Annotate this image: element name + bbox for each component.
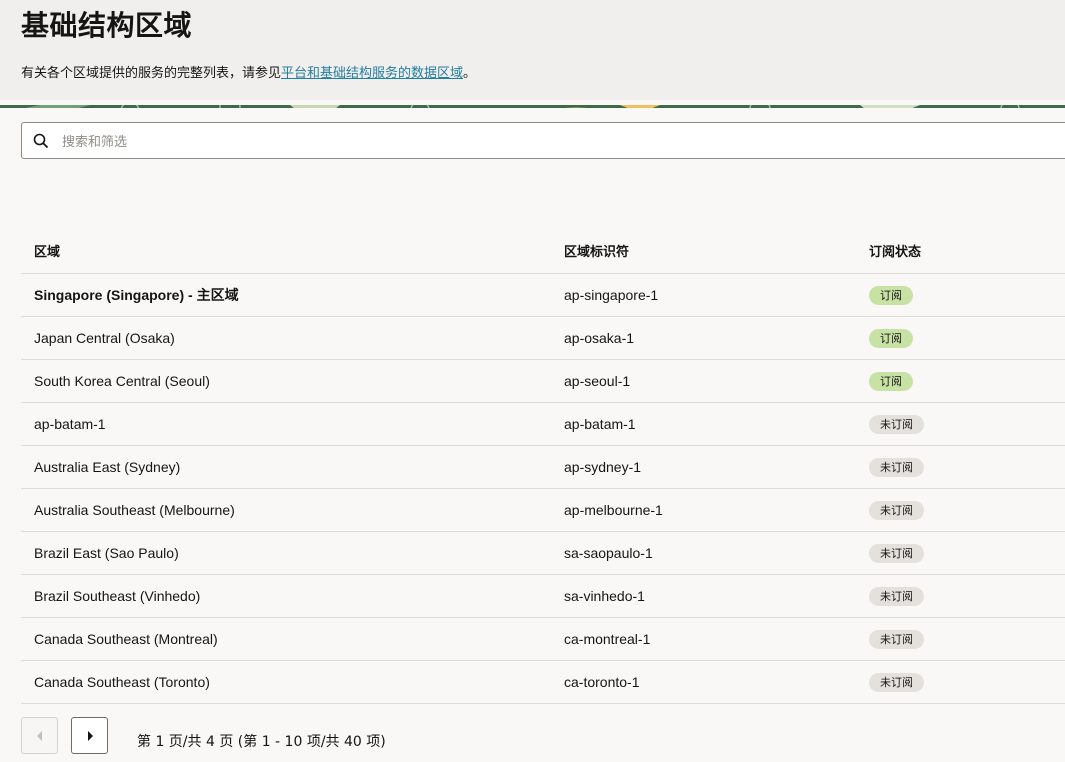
region-name: Singapore (Singapore) - 主区域 bbox=[21, 273, 551, 317]
status-cell: 未订阅 bbox=[856, 531, 1065, 575]
description-suffix: 。 bbox=[463, 66, 477, 81]
decorative-banner bbox=[0, 100, 1065, 108]
status-badge: 未订阅 bbox=[869, 672, 924, 692]
region-identifier: ca-montreal-1 bbox=[551, 617, 856, 661]
status-badge: 未订阅 bbox=[869, 457, 924, 477]
status-cell: 订阅 bbox=[856, 359, 1065, 403]
status-badge: 未订阅 bbox=[869, 629, 924, 649]
table-row[interactable]: Canada Southeast (Toronto) ca-toronto-1 … bbox=[21, 660, 1065, 704]
status-badge: 订阅 bbox=[869, 371, 913, 391]
region-name: Canada Southeast (Montreal) bbox=[21, 617, 551, 661]
region-name: Brazil Southeast (Vinhedo) bbox=[21, 574, 551, 618]
search-filter-bar[interactable] bbox=[21, 122, 1065, 159]
region-identifier: ap-melbourne-1 bbox=[551, 488, 856, 532]
region-identifier: ap-osaka-1 bbox=[551, 316, 856, 360]
column-header-subscription-status[interactable]: 订阅状态 bbox=[856, 228, 1065, 274]
status-cell: 未订阅 bbox=[856, 402, 1065, 446]
region-identifier: ap-seoul-1 bbox=[551, 359, 856, 403]
table-header-row: 区域 区域标识符 订阅状态 bbox=[21, 228, 1065, 274]
previous-page-button[interactable] bbox=[21, 717, 58, 754]
next-page-button[interactable] bbox=[71, 717, 108, 754]
status-badge: 未订阅 bbox=[869, 586, 924, 606]
region-identifier: ap-sydney-1 bbox=[551, 445, 856, 489]
region-identifier: sa-vinhedo-1 bbox=[551, 574, 856, 618]
status-cell: 未订阅 bbox=[856, 660, 1065, 704]
table-row[interactable]: Brazil Southeast (Vinhedo) sa-vinhedo-1 … bbox=[21, 574, 1065, 618]
status-cell: 未订阅 bbox=[856, 574, 1065, 618]
status-badge: 订阅 bbox=[869, 285, 913, 305]
column-header-region-identifier[interactable]: 区域标识符 bbox=[551, 228, 856, 274]
regions-table: 区域 区域标识符 订阅状态 Singapore (Singapore) - 主区… bbox=[21, 228, 1065, 704]
status-cell: 订阅 bbox=[856, 316, 1065, 360]
caret-right-icon bbox=[88, 731, 93, 741]
region-identifier: ap-batam-1 bbox=[551, 402, 856, 446]
search-icon bbox=[33, 133, 49, 149]
page-description: 有关各个区域提供的服务的完整列表，请参见平台和基础结构服务的数据区域。 bbox=[21, 62, 476, 81]
table-row[interactable]: Japan Central (Osaka) ap-osaka-1 订阅 bbox=[21, 316, 1065, 360]
region-name: Japan Central (Osaka) bbox=[21, 316, 551, 360]
table-row[interactable]: Singapore (Singapore) - 主区域 ap-singapore… bbox=[21, 273, 1065, 317]
region-identifier: ca-toronto-1 bbox=[551, 660, 856, 704]
page-title: 基础结构区域 bbox=[21, 9, 193, 42]
status-badge: 未订阅 bbox=[869, 543, 924, 563]
table-row[interactable]: Canada Southeast (Montreal) ca-montreal-… bbox=[21, 617, 1065, 661]
region-name: Australia Southeast (Melbourne) bbox=[21, 488, 551, 532]
table-row[interactable]: ap-batam-1 ap-batam-1 未订阅 bbox=[21, 402, 1065, 446]
region-name: ap-batam-1 bbox=[21, 402, 551, 446]
status-badge: 未订阅 bbox=[869, 414, 924, 434]
region-name: Canada Southeast (Toronto) bbox=[21, 660, 551, 704]
status-badge: 未订阅 bbox=[869, 500, 924, 520]
region-name: Australia East (Sydney) bbox=[21, 445, 551, 489]
region-identifier: ap-singapore-1 bbox=[551, 273, 856, 317]
table-row[interactable]: Australia East (Sydney) ap-sydney-1 未订阅 bbox=[21, 445, 1065, 489]
status-cell: 未订阅 bbox=[856, 488, 1065, 532]
region-identifier: sa-saopaulo-1 bbox=[551, 531, 856, 575]
page-header: 基础结构区域 有关各个区域提供的服务的完整列表，请参见平台和基础结构服务的数据区… bbox=[0, 0, 1065, 100]
column-header-region[interactable]: 区域 bbox=[21, 228, 551, 274]
status-badge: 订阅 bbox=[869, 328, 913, 348]
table-row[interactable]: Brazil East (Sao Paulo) sa-saopaulo-1 未订… bbox=[21, 531, 1065, 575]
search-input[interactable] bbox=[60, 129, 964, 155]
region-name: South Korea Central (Seoul) bbox=[21, 359, 551, 403]
status-cell: 未订阅 bbox=[856, 617, 1065, 661]
status-cell: 未订阅 bbox=[856, 445, 1065, 489]
status-cell: 订阅 bbox=[856, 273, 1065, 317]
data-regions-link[interactable]: 平台和基础结构服务的数据区域 bbox=[281, 66, 463, 81]
table-row[interactable]: Australia Southeast (Melbourne) ap-melbo… bbox=[21, 488, 1065, 532]
description-text: 有关各个区域提供的服务的完整列表，请参见 bbox=[21, 66, 282, 81]
table-row[interactable]: South Korea Central (Seoul) ap-seoul-1 订… bbox=[21, 359, 1065, 403]
caret-left-icon bbox=[37, 731, 42, 741]
region-name: Brazil East (Sao Paulo) bbox=[21, 531, 551, 575]
pagination-info: 第 1 页/共 4 页 (第 1 - 10 项/共 40 项) bbox=[137, 734, 386, 750]
